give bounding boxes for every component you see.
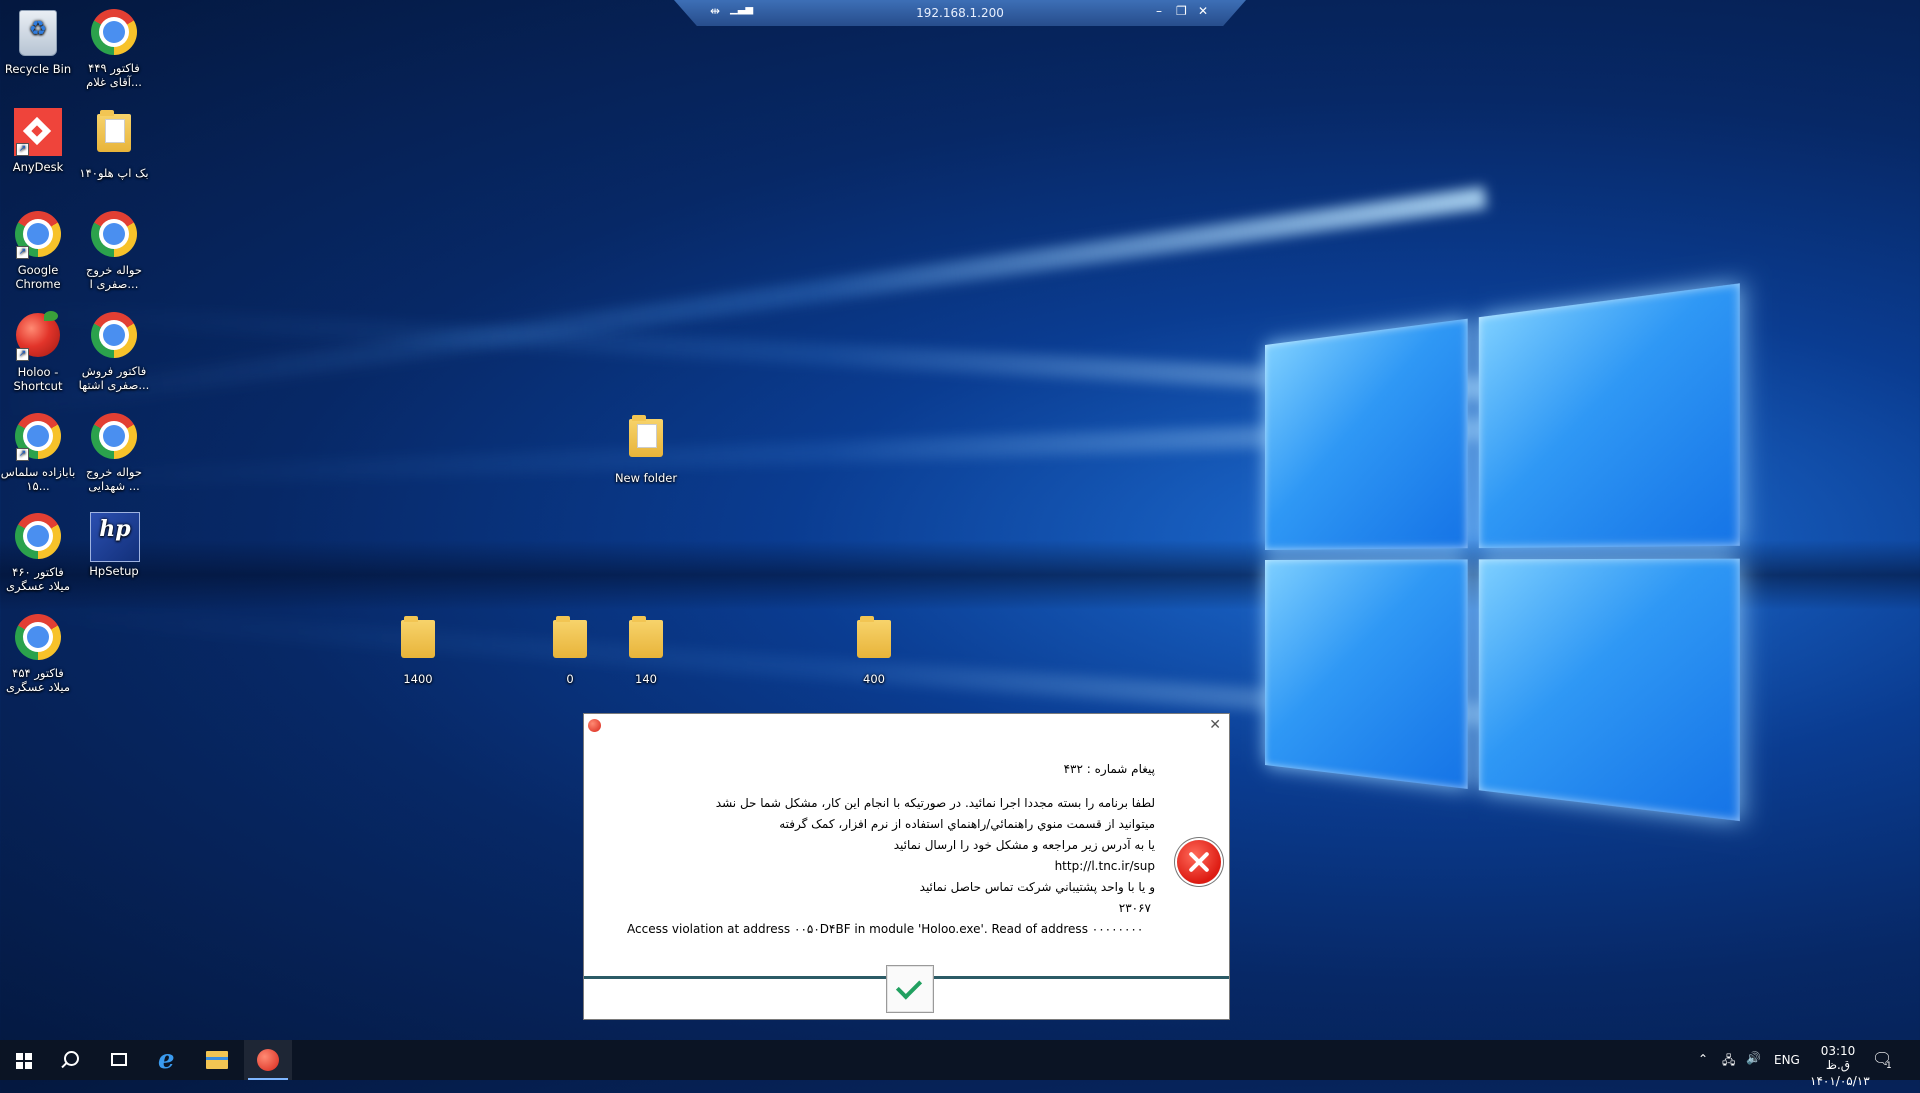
chrome-icon	[91, 9, 137, 55]
desktop-icon-folder-1400[interactable]: 1400	[380, 614, 456, 686]
desktop-icon-hpsetup[interactable]: hp HpSetup	[76, 512, 152, 578]
icon-label: 0	[532, 672, 608, 686]
icon-label: 140	[608, 672, 684, 686]
volume-icon[interactable]: 🔊	[1746, 1051, 1761, 1091]
show-hidden-icons-button[interactable]: ⌃	[1698, 1052, 1708, 1092]
icon-label: Recycle Bin	[0, 62, 76, 76]
desktop-icon-new-folder[interactable]: New folder	[608, 413, 684, 485]
error-detail: Access violation at address ۰۰۵۰D۴BF in …	[627, 922, 1167, 936]
desktop-icon-chrome-havale-shohadaei[interactable]: حواله خروج شهدایی ...	[76, 412, 152, 493]
file-explorer-button[interactable]	[194, 1040, 242, 1080]
message-line: لطفا برنامه را بسته مجددا اجرا نمائید. د…	[716, 796, 1155, 810]
task-view-button[interactable]	[96, 1040, 144, 1080]
desktop-icon-chrome-invoice-449[interactable]: فاکتور ۴۴۹ آقای غلام...	[76, 8, 152, 89]
holoo-app-icon	[588, 719, 601, 732]
desktop-icon-folder-400[interactable]: 400	[836, 614, 912, 686]
chevron-up-icon: ⌃	[1698, 1052, 1708, 1066]
holoo-taskbar-button[interactable]	[244, 1040, 292, 1080]
message-line: و یا با واحد پشتيباني شركت تماس حاصل نما…	[920, 880, 1155, 894]
error-dialog: ✕ پیغام شماره : ۴۳۲ لطفا برنامه را بسته …	[583, 713, 1230, 1020]
desktop-icon-chrome-babazadeh[interactable]: ↗ بابازاده سلماس ۱۵...	[0, 412, 76, 493]
remote-session-bar[interactable]: ⇹ ▁▃▅ 192.168.1.200 – ❐ ✕	[674, 0, 1246, 26]
error-icon	[1177, 840, 1221, 884]
shortcut-arrow-icon: ↗	[16, 448, 29, 461]
support-link[interactable]: http://l.tnc.ir/sup	[1055, 859, 1155, 873]
chrome-icon	[15, 513, 61, 559]
message-number: پیغام شماره : ۴۳۲	[1064, 762, 1155, 776]
icon-label: بابازاده سلماس ۱۵...	[0, 465, 76, 493]
minimize-icon[interactable]: –	[1156, 4, 1162, 18]
folder-icon	[401, 620, 435, 658]
desktop-icon-chrome-invoice-454[interactable]: فاکتور ۴۵۴ میلاد عسگری	[0, 613, 76, 694]
icon-label: فاکتور فروش صفری اشتها...	[76, 364, 152, 392]
icon-label: حواله خروج شهدایی ...	[76, 465, 152, 493]
clock[interactable]: 03:10 ق.ظ ۱۴۰۱/۰۵/۱۳	[1810, 1040, 1866, 1080]
icon-label: فاکتور ۴۶۰ میلاد عسگری	[0, 565, 76, 593]
holoo-icon	[257, 1049, 279, 1071]
icon-label: فاکتور ۴۵۴ میلاد عسگری	[0, 666, 76, 694]
folder-icon	[857, 620, 891, 658]
internet-explorer-button[interactable]: e	[146, 1040, 194, 1080]
desktop-icon-chrome-havale-safari[interactable]: حواله خروج صفری ا...	[76, 210, 152, 291]
desktop-icon-folder-140[interactable]: 140	[608, 614, 684, 686]
recycle-bin-icon: ♻	[19, 10, 57, 56]
icon-label: حواله خروج صفری ا...	[76, 263, 152, 291]
windows-logo	[1265, 279, 1769, 850]
support-phone: ۲۳۰۶۷	[1119, 901, 1151, 915]
dialog-titlebar[interactable]: ✕	[584, 714, 1229, 740]
internet-explorer-icon: e	[158, 1048, 175, 1072]
icon-label: Holoo - Shortcut	[0, 365, 76, 393]
chrome-icon	[91, 413, 137, 459]
clock-date: ۱۴۰۱/۰۵/۱۳	[1810, 1074, 1866, 1088]
shortcut-arrow-icon: ↗	[16, 348, 29, 361]
restore-icon[interactable]: ❐	[1176, 4, 1187, 18]
desktop-icon-anydesk[interactable]: ↗ AnyDesk	[0, 108, 76, 174]
desktop-icon-chrome-invoice-460[interactable]: فاکتور ۴۶۰ میلاد عسگری	[0, 512, 76, 593]
action-center-button[interactable]: 🗨 1	[1872, 1049, 1902, 1089]
windows-start-icon	[16, 1053, 32, 1069]
icon-label: Google Chrome	[0, 263, 76, 291]
chrome-icon	[15, 614, 61, 660]
desktop-icon-holoo-shortcut[interactable]: ↗ Holoo - Shortcut	[0, 311, 76, 393]
icon-label: New folder	[608, 471, 684, 485]
icon-label: 1400	[380, 672, 456, 686]
icon-label: فاکتور ۴۴۹ آقای غلام...	[76, 61, 152, 89]
language-indicator[interactable]: ENG	[1774, 1053, 1800, 1093]
desktop-icon-folder-0[interactable]: 0	[532, 614, 608, 686]
folder-icon	[97, 114, 131, 152]
task-view-icon	[111, 1053, 127, 1066]
icon-label: بک اپ هلو۱۴۰	[76, 166, 152, 180]
icon-label: HpSetup	[76, 564, 152, 578]
notification-count: 1	[1886, 1061, 1892, 1071]
desktop-icon-backup-folder[interactable]: بک اپ هلو۱۴۰	[76, 108, 152, 180]
file-explorer-icon	[206, 1051, 228, 1069]
chrome-icon	[91, 211, 137, 257]
search-button[interactable]	[48, 1040, 96, 1080]
taskbar: e ⌃ 🖧 🔊 ENG 03:10 ق.ظ ۱۴۰۱/۰۵/۱۳ 🗨 1	[0, 1040, 1920, 1080]
hp-icon: hp	[90, 512, 140, 562]
network-icon[interactable]: 🖧	[1722, 1051, 1735, 1091]
icon-label: AnyDesk	[0, 160, 76, 174]
start-button[interactable]	[0, 1040, 48, 1080]
ok-button[interactable]	[886, 965, 934, 1013]
message-line: ميتوانيد از قسمت منوي راهنمائي/راهنماي ا…	[779, 817, 1155, 831]
dialog-body: پیغام شماره : ۴۳۲ لطفا برنامه را بسته مج…	[584, 740, 1229, 979]
search-icon	[64, 1051, 79, 1066]
desktop-icon-google-chrome[interactable]: ↗ Google Chrome	[0, 210, 76, 291]
dialog-close-button[interactable]: ✕	[1209, 717, 1221, 733]
icon-label: 400	[836, 672, 912, 686]
close-icon[interactable]: ✕	[1198, 4, 1208, 18]
clock-time: 03:10 ق.ظ	[1810, 1044, 1866, 1072]
folder-icon	[629, 419, 663, 457]
shortcut-arrow-icon: ↗	[16, 246, 29, 259]
folder-icon	[553, 620, 587, 658]
chrome-icon	[91, 312, 137, 358]
folder-icon	[629, 620, 663, 658]
desktop-icon-chrome-invoice-sales[interactable]: فاکتور فروش صفری اشتها...	[76, 311, 152, 392]
shortcut-arrow-icon: ↗	[16, 143, 29, 156]
message-line: یا به آدرس زیر مراجعه و مشکل خود را ارسا…	[894, 838, 1155, 852]
desktop-icon-recycle-bin[interactable]: ♻ Recycle Bin	[0, 8, 76, 76]
